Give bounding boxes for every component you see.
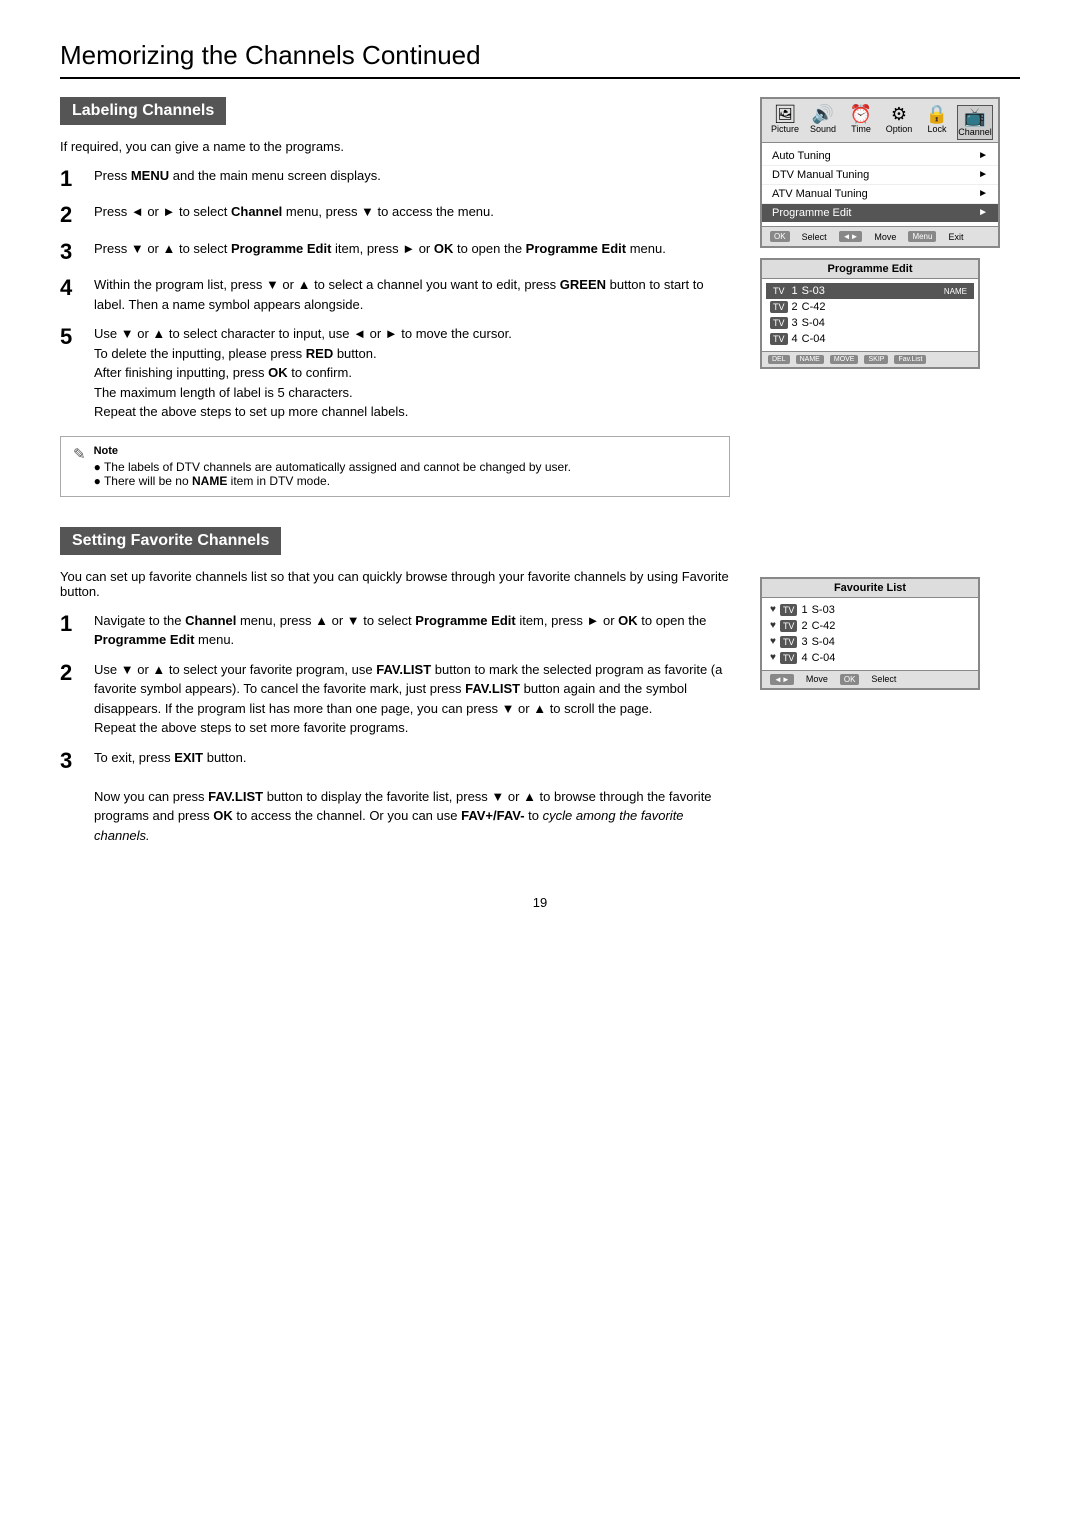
page-number: 19 xyxy=(60,895,1020,910)
fav-tv-badge-3: TV xyxy=(780,636,798,648)
labeling-channels-section: Labeling Channels If required, you can g… xyxy=(60,97,1020,497)
fav-step-2: 2 Use ▼ or ▲ to select your favorite pro… xyxy=(60,660,730,738)
favorite-right-col: Favourite List ♥ TV 1 S-03 ♥ TV 2 C-42 ♥ xyxy=(760,527,1020,856)
menu-icon-channel: 📺 Channel xyxy=(957,105,993,140)
title-main: Memorizing the Channels xyxy=(60,40,355,70)
menu-icon-picture: 🖼 Picture xyxy=(767,105,803,140)
step-3: 3 Press ▼ or ▲ to select Programme Edit … xyxy=(60,239,730,265)
note-line-2: ● There will be no NAME item in DTV mode… xyxy=(94,474,571,488)
main-menu-ui: 🖼 Picture 🔊 Sound ⏰ Time ⚙ Option 🔒 xyxy=(760,97,1000,248)
prog-item-1: TV 1 S-03 NAME xyxy=(766,283,974,299)
labeling-intro: If required, you can give a name to the … xyxy=(60,139,730,154)
fav-item-1: ♥ TV 1 S-03 xyxy=(770,602,970,618)
heart-icon-1: ♥ xyxy=(770,604,776,615)
prog-edit-footer: DEL NAME MOVE SKIP Fav.List xyxy=(762,351,978,367)
fav-list-ui: Favourite List ♥ TV 1 S-03 ♥ TV 2 C-42 ♥ xyxy=(760,577,980,690)
prog-item-2: TV 2 C-42 xyxy=(770,299,970,315)
fav-name-3: S-04 xyxy=(812,636,835,648)
favorite-left-col: Setting Favorite Channels You can set up… xyxy=(60,527,730,856)
menu-icon-option: ⚙ Option xyxy=(881,105,917,140)
name-badge: NAME xyxy=(941,286,970,297)
fav-num-3: 3 xyxy=(801,636,807,648)
heart-icon-4: ♥ xyxy=(770,652,776,663)
prog-name-3: S-04 xyxy=(802,317,825,329)
menu-footer: OK Select ◄► Move Menu Exit xyxy=(762,226,998,246)
fav-name-4: C-04 xyxy=(812,652,836,664)
fav-item-3: ♥ TV 3 S-04 xyxy=(770,634,970,650)
fav-items-list: ♥ TV 1 S-03 ♥ TV 2 C-42 ♥ TV 3 S-04 xyxy=(762,598,978,670)
favorite-channels-section: Setting Favorite Channels You can set up… xyxy=(60,527,1020,856)
nav-btn-symbol: ◄► xyxy=(839,231,863,242)
menu-icon-lock: 🔒 Lock xyxy=(919,105,955,140)
tv-badge-3: TV xyxy=(770,317,788,329)
labeling-right-col: 🖼 Picture 🔊 Sound ⏰ Time ⚙ Option 🔒 xyxy=(760,97,1020,497)
fav-title: Favourite List xyxy=(762,579,978,598)
move-btn: MOVE xyxy=(830,355,859,364)
fav-item-2: ♥ TV 2 C-42 xyxy=(770,618,970,634)
prog-name-2: C-42 xyxy=(802,301,826,313)
note-content: Note ● The labels of DTV channels are au… xyxy=(94,445,571,488)
step-5: 5 Use ▼ or ▲ to select character to inpu… xyxy=(60,324,730,422)
fav-name-1: S-03 xyxy=(812,604,835,616)
prog-item-4: TV 4 C-04 xyxy=(770,331,970,347)
labeling-left-col: Labeling Channels If required, you can g… xyxy=(60,97,730,497)
tv-badge-2: TV xyxy=(770,301,788,313)
prog-num-2: 2 xyxy=(792,301,798,313)
tv-badge-1: TV xyxy=(770,285,788,297)
step-1: 1 Press MENU and the main menu screen di… xyxy=(60,166,730,192)
fav-num-2: 2 xyxy=(801,620,807,632)
note-label: Note xyxy=(94,445,571,457)
menu-icon-time: ⏰ Time xyxy=(843,105,879,140)
menu-icon-sound: 🔊 Sound xyxy=(805,105,841,140)
title-continued: Continued xyxy=(362,40,481,70)
prog-edit-title: Programme Edit xyxy=(762,260,978,279)
prog-edit-ui: Programme Edit TV 1 S-03 NAME TV 2 C-42 … xyxy=(760,258,980,369)
menu-items-list: Auto Tuning ► DTV Manual Tuning ► ATV Ma… xyxy=(762,143,998,226)
fav-item-4: ♥ TV 4 C-04 xyxy=(770,650,970,666)
fav-footer: ◄► Move OK Select xyxy=(762,670,978,688)
favorite-section-header: Setting Favorite Channels xyxy=(60,527,281,555)
step-2: 2 Press ◄ or ► to select Channel menu, p… xyxy=(60,202,730,228)
fav-tv-badge-4: TV xyxy=(780,652,798,664)
heart-icon-2: ♥ xyxy=(770,620,776,631)
prog-name-1: S-03 xyxy=(802,285,825,297)
ok-btn-symbol: OK xyxy=(770,231,790,242)
prog-name-4: C-04 xyxy=(802,333,826,345)
prog-num-4: 4 xyxy=(792,333,798,345)
menu-icons-row: 🖼 Picture 🔊 Sound ⏰ Time ⚙ Option 🔒 xyxy=(762,99,998,143)
fav-name-2: C-42 xyxy=(812,620,836,632)
tv-badge-4: TV xyxy=(770,333,788,345)
menu-item-atv: ATV Manual Tuning ► xyxy=(762,185,998,204)
menu-item-dtv: DTV Manual Tuning ► xyxy=(762,166,998,185)
favlist-btn: Fav.List xyxy=(894,355,926,364)
note-line-1: ● The labels of DTV channels are automat… xyxy=(94,460,571,474)
prog-edit-items: TV 1 S-03 NAME TV 2 C-42 TV 3 S-04 TV xyxy=(762,279,978,351)
fav-ok-btn: OK xyxy=(840,674,860,685)
step-4: 4 Within the program list, press ▼ or ▲ … xyxy=(60,275,730,314)
fav-step-1: 1 Navigate to the Channel menu, press ▲ … xyxy=(60,611,730,650)
prog-num-1: 1 xyxy=(792,285,798,297)
prog-num-3: 3 xyxy=(792,317,798,329)
fav-tv-badge-2: TV xyxy=(780,620,798,632)
menu-btn-symbol: Menu xyxy=(908,231,936,242)
heart-icon-3: ♥ xyxy=(770,636,776,647)
fav-nav-btn: ◄► xyxy=(770,674,794,685)
name-btn: NAME xyxy=(796,355,824,364)
del-btn: DEL xyxy=(768,355,790,364)
labeling-section-header: Labeling Channels xyxy=(60,97,226,125)
fav-num-1: 1 xyxy=(801,604,807,616)
menu-item-auto-tuning: Auto Tuning ► xyxy=(762,147,998,166)
skip-btn: SKIP xyxy=(864,355,888,364)
menu-item-programme-edit: Programme Edit ► xyxy=(762,204,998,222)
note-box: ✎ Note ● The labels of DTV channels are … xyxy=(60,436,730,497)
page-title: Memorizing the Channels Continued xyxy=(60,40,1020,79)
favorite-intro: You can set up favorite channels list so… xyxy=(60,569,730,599)
fav-num-4: 4 xyxy=(801,652,807,664)
note-icon: ✎ xyxy=(73,445,86,463)
prog-item-3: TV 3 S-04 xyxy=(770,315,970,331)
fav-step-3: 3 To exit, press EXIT button. Now you ca… xyxy=(60,748,730,846)
fav-tv-badge-1: TV xyxy=(780,604,798,616)
